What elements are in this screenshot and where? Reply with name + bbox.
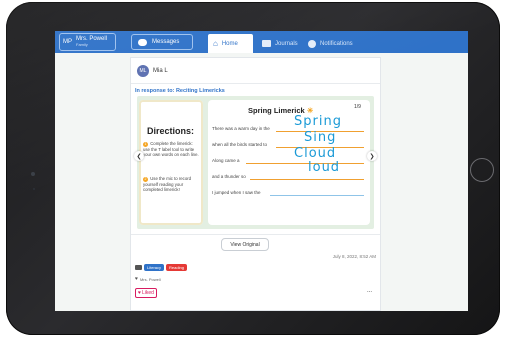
tab-journals[interactable]: Journals — [257, 34, 303, 53]
liked-by: ♥ Mrs. Powell — [135, 276, 161, 282]
tab-home[interactable]: ⌂ Home — [208, 34, 253, 53]
answer-line — [250, 179, 364, 180]
tab-journals-label: Journals — [275, 40, 298, 47]
response-title: Reciting Limericks — [175, 88, 225, 94]
more-options-button[interactable]: ... — [367, 288, 372, 294]
limerick-line-3: Along came a — [212, 158, 240, 163]
handwritten-answer-1: Spring — [294, 114, 342, 129]
answer-line — [270, 195, 364, 196]
handwritten-answer-3: Cloud — [294, 146, 337, 161]
tab-notifications[interactable]: Notifications — [303, 34, 367, 53]
tab-home-label: Home — [221, 40, 238, 47]
tag-reading[interactable]: Reading — [166, 264, 187, 271]
top-navigation-bar: MP Mrs. Powell Family Messages ⌂ Home Jo… — [55, 31, 468, 53]
direction-text: Use the mic to record yourself reading y… — [143, 176, 192, 193]
answer-line — [246, 163, 364, 164]
camera-dot — [31, 172, 35, 176]
user-initials: MP — [63, 39, 72, 45]
handwritten-answer-4: loud — [308, 160, 341, 175]
app-screen: MP Mrs. Powell Family Messages ⌂ Home Jo… — [55, 31, 468, 311]
home-button-icon — [470, 158, 494, 182]
worksheet-preview[interactable]: Directions: 1 Complete the limerick: use… — [134, 96, 377, 229]
like-label: Liked — [141, 290, 154, 296]
worksheet-page: 1/9 Spring Limerick ☀ There was a warm d… — [208, 100, 370, 225]
post-card: ML Mia L In response to: Reciting Limeri… — [130, 57, 381, 311]
response-heading[interactable]: In response to: Reciting Limericks — [135, 88, 225, 94]
chat-bubble-icon — [138, 38, 147, 46]
limerick-line-1: There was a warm day in the — [212, 126, 270, 131]
author-name[interactable]: Mia L — [153, 68, 168, 74]
heart-icon: ♥ — [138, 290, 141, 296]
user-role: Family — [76, 42, 88, 47]
limerick-line-2: when all the birds started to — [212, 142, 268, 147]
liked-by-name: Mrs. Powell — [139, 276, 161, 282]
folder-icon — [135, 265, 142, 270]
divider — [131, 83, 380, 84]
direction-item: 2 Use the mic to record yourself reading… — [143, 176, 199, 192]
limerick-line-4: and a thunder so — [212, 174, 246, 179]
post-tags: Literacy Reading — [135, 264, 189, 271]
tag-literacy[interactable]: Literacy — [144, 264, 165, 271]
messages-button[interactable]: Messages — [131, 34, 193, 50]
next-page-arrow-icon[interactable]: ❯ — [367, 151, 377, 161]
response-prefix: In response to: — [135, 88, 175, 94]
limerick-line-5: I jumped when I saw the — [212, 190, 261, 195]
post-timestamp: July 8, 2022, 8:52 AM — [332, 254, 376, 259]
directions-panel: Directions: 1 Complete the limerick: use… — [139, 100, 203, 225]
tab-notifications-label: Notifications — [320, 40, 353, 47]
page-counter: 1/9 — [354, 104, 361, 110]
view-original-button[interactable]: View Original — [221, 238, 269, 251]
house-icon: ⌂ — [213, 39, 218, 48]
handwritten-answer-2: Sing — [304, 130, 337, 145]
user-profile-chip[interactable]: MP Mrs. Powell Family — [59, 33, 116, 51]
directions-title: Directions: — [147, 126, 195, 136]
book-icon — [262, 40, 271, 47]
messages-label: Messages — [152, 39, 180, 45]
heart-icon: ♥ — [135, 276, 138, 282]
direction-text: Complete the limerick: use the T label t… — [143, 141, 199, 158]
notification-bubble-icon — [308, 39, 316, 48]
sensor-dot — [33, 188, 35, 190]
user-info: Mrs. Powell Family — [76, 36, 107, 48]
previous-page-arrow-icon[interactable]: ❮ — [134, 151, 144, 161]
direction-item: 1 Complete the limerick: use the T label… — [143, 141, 199, 157]
like-button[interactable]: ♥ Liked — [135, 288, 157, 298]
divider — [131, 234, 380, 235]
author-avatar[interactable]: ML — [137, 65, 149, 77]
